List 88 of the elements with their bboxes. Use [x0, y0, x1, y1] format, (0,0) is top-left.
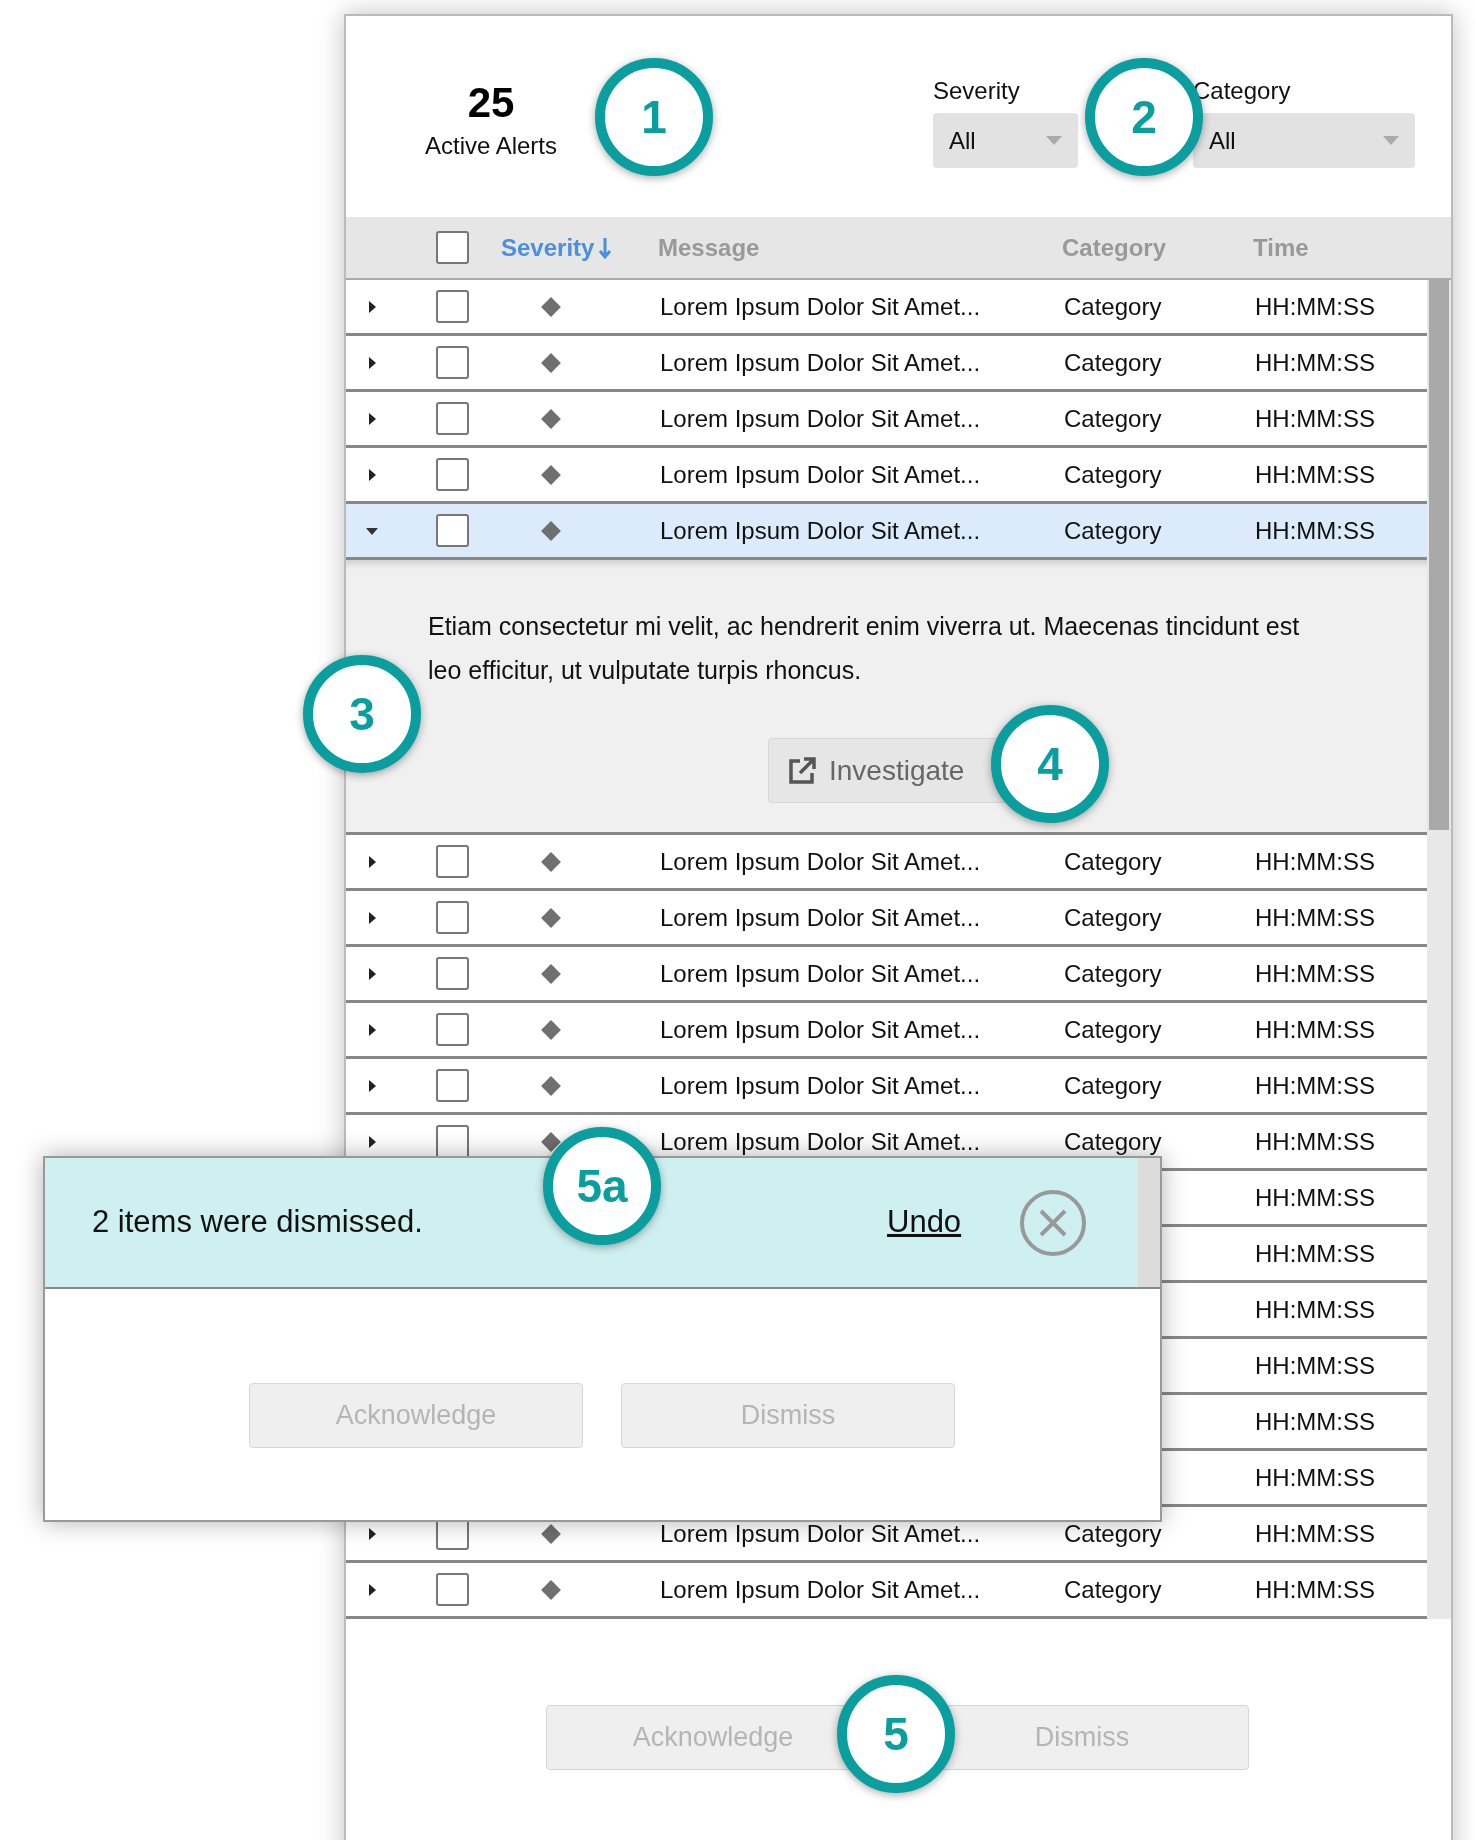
message-cell-text: Lorem Ipsum Dolor Sit Amet... — [659, 459, 982, 490]
alert-count: 25 — [467, 78, 515, 128]
time-cell-text: HH:MM:SS — [1254, 515, 1376, 546]
message-cell-text: Lorem Ipsum Dolor Sit Amet... — [659, 1574, 982, 1605]
toast-message: 2 items were dismissed. — [91, 1203, 424, 1242]
category-cell-text: Category — [1063, 958, 1163, 989]
time-cell-text: HH:MM:SS — [1254, 403, 1376, 434]
dropdown-caret-icon — [1383, 136, 1399, 145]
table-row[interactable]: Lorem Ipsum Dolor Sit Amet... Category HH:MM:SS — [346, 280, 1427, 336]
time-cell-text: HH:MM:SS — [1254, 1126, 1376, 1157]
time-cell-text: HH:MM:SS — [1254, 846, 1376, 877]
category-cell-text: Category — [1063, 1518, 1163, 1549]
category-cell-text: Category — [1063, 403, 1163, 434]
message-cell-text: Lorem Ipsum Dolor Sit Amet... — [659, 291, 982, 322]
filter-select[interactable]: All — [1193, 113, 1415, 168]
alert-count-label: Active Alerts — [424, 131, 557, 161]
checkbox[interactable] — [436, 1013, 469, 1046]
checkbox[interactable] — [436, 514, 469, 547]
table-row[interactable]: Lorem Ipsum Dolor Sit Amet... Category HH:MM:SS — [346, 448, 1427, 504]
time-cell-text: HH:MM:SS — [1254, 1518, 1376, 1549]
checkbox[interactable] — [436, 845, 469, 878]
category-cell-text: Category — [1063, 1126, 1163, 1157]
filter-value: All — [1209, 125, 1236, 156]
category-cell-text: Category — [1063, 1070, 1163, 1101]
category-cell-text: Category — [1063, 347, 1163, 378]
scrollbar-track[interactable] — [1427, 280, 1451, 1619]
category-cell-text: Category — [1063, 1574, 1163, 1605]
checkbox[interactable] — [436, 1573, 469, 1606]
message-cell-text: Lorem Ipsum Dolor Sit Amet... — [659, 846, 982, 877]
category-cell-text: Category — [1063, 1014, 1163, 1045]
dropdown-caret-icon — [1046, 136, 1062, 145]
time-cell-text: HH:MM:SS — [1254, 1182, 1376, 1213]
scrollbar-track[interactable] — [1138, 1158, 1160, 1287]
time-cell-text: HH:MM:SS — [1254, 1406, 1376, 1437]
category-cell-text: Category — [1063, 459, 1163, 490]
checkbox[interactable] — [436, 957, 469, 990]
time-cell-text: HH:MM:SS — [1254, 1462, 1376, 1493]
message-cell-text: Lorem Ipsum Dolor Sit Amet... — [659, 403, 982, 434]
category-cell-text: Category — [1063, 291, 1163, 322]
message-cell-text: Lorem Ipsum Dolor Sit Amet... — [659, 902, 982, 933]
checkbox[interactable] — [436, 1125, 469, 1158]
checkbox[interactable] — [436, 290, 469, 323]
time-cell-text: HH:MM:SS — [1254, 902, 1376, 933]
detail-text: Etiam consectetur mi velit, ac hendrerit enim viverra ut. Maecenas tincidunt est leo efficitur, ut vulputate turpis rhoncus. — [428, 611, 1301, 686]
table-row[interactable]: Lorem Ipsum Dolor Sit Amet... Category HH:MM:SS — [346, 891, 1427, 947]
category-cell-text: Category — [1063, 846, 1163, 877]
message-cell-text: Lorem Ipsum Dolor Sit Amet... — [659, 347, 982, 378]
time-cell-text: HH:MM:SS — [1254, 958, 1376, 989]
message-cell-text: Lorem Ipsum Dolor Sit Amet... — [659, 1126, 982, 1157]
table-row[interactable]: Lorem Ipsum Dolor Sit Amet... Category HH:MM:SS — [346, 1003, 1427, 1059]
category-cell-text: Category — [1063, 902, 1163, 933]
external-link-icon — [787, 755, 817, 786]
undo-link[interactable]: Undo — [887, 1199, 962, 1246]
checkbox[interactable] — [436, 1069, 469, 1102]
time-cell-text: HH:MM:SS — [1254, 1574, 1376, 1605]
category-cell-text: Category — [1063, 515, 1163, 546]
sort-down-arrow-icon — [598, 236, 613, 259]
table-row[interactable]: Lorem Ipsum Dolor Sit Amet... Category HH:MM:SS — [346, 1059, 1427, 1115]
time-cell-text: HH:MM:SS — [1254, 291, 1376, 322]
table-row[interactable]: Lorem Ipsum Dolor Sit Amet... Category HH:MM:SS — [346, 947, 1427, 1003]
scrollbar-thumb[interactable] — [1429, 280, 1449, 830]
message-cell-text: Lorem Ipsum Dolor Sit Amet... — [659, 1014, 982, 1045]
filter-value: All — [949, 125, 976, 156]
numbered-callout-tooltip: 3 — [303, 655, 421, 773]
message-cell-text: Lorem Ipsum Dolor Sit Amet... — [659, 1070, 982, 1101]
checkbox[interactable] — [436, 231, 469, 264]
time-cell-text: HH:MM:SS — [1254, 1350, 1376, 1381]
message-cell-text: Lorem Ipsum Dolor Sit Amet... — [659, 515, 982, 546]
time-cell-text: HH:MM:SS — [1254, 1294, 1376, 1325]
checkbox[interactable] — [436, 346, 469, 379]
checkbox[interactable] — [436, 402, 469, 435]
checkbox[interactable] — [436, 458, 469, 491]
table-row[interactable]: Lorem Ipsum Dolor Sit Amet... Category HH:MM:SS — [346, 336, 1427, 392]
time-cell-text: HH:MM:SS — [1254, 1238, 1376, 1269]
message-cell-text: Lorem Ipsum Dolor Sit Amet... — [659, 958, 982, 989]
time-cell-text: HH:MM:SS — [1254, 347, 1376, 378]
time-cell-text: HH:MM:SS — [1254, 459, 1376, 490]
table-row[interactable]: Lorem Ipsum Dolor Sit Amet... Category HH:MM:SS — [346, 835, 1427, 891]
close-icon[interactable] — [1019, 1188, 1088, 1257]
table-row[interactable]: Lorem Ipsum Dolor Sit Amet... Category HH:MM:SS — [346, 392, 1427, 448]
table-row[interactable]: Lorem Ipsum Dolor Sit Amet... Category HH:MM:SS — [346, 1563, 1427, 1619]
checkbox[interactable] — [436, 901, 469, 934]
message-cell-text: Lorem Ipsum Dolor Sit Amet... — [659, 1518, 982, 1549]
time-cell-text: HH:MM:SS — [1254, 1014, 1376, 1045]
filter-select[interactable]: All — [933, 113, 1078, 168]
time-cell-text: HH:MM:SS — [1254, 1070, 1376, 1101]
table-row[interactable]: Lorem Ipsum Dolor Sit Amet... Category HH:MM:SS — [346, 504, 1427, 560]
filter-label: Severity — [933, 76, 1021, 106]
